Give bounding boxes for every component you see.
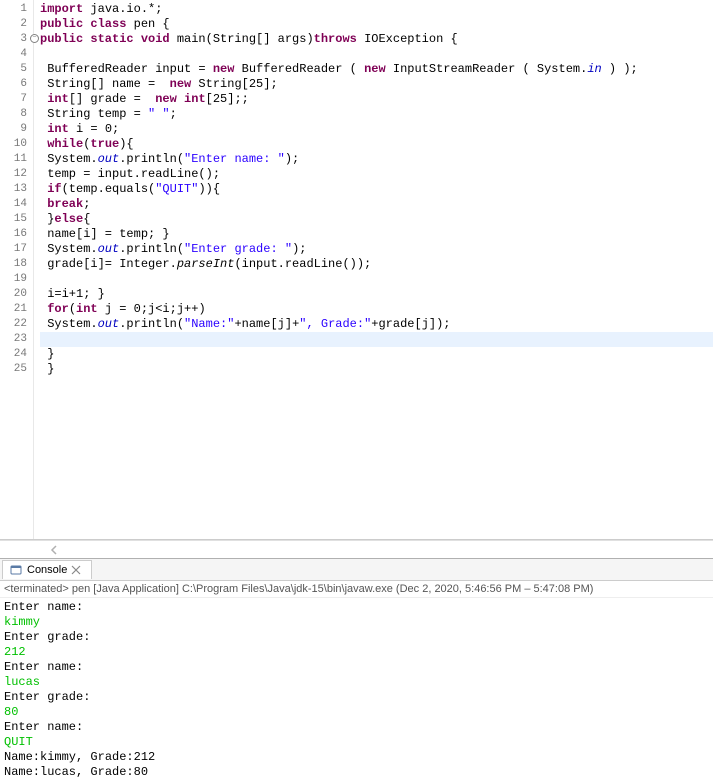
console-line: QUIT bbox=[4, 735, 709, 750]
line-number: 22 bbox=[0, 317, 33, 332]
line-number: 23 bbox=[0, 332, 33, 347]
line-number: 3− bbox=[0, 32, 33, 47]
line-number: 2 bbox=[0, 17, 33, 32]
line-number: 10 bbox=[0, 137, 33, 152]
console-line: lucas bbox=[4, 675, 709, 690]
console-tab[interactable]: Console bbox=[2, 560, 92, 579]
code-area[interactable]: import java.io.*;public class pen {publi… bbox=[34, 0, 713, 539]
code-line[interactable]: for(int j = 0;j<i;j++) bbox=[40, 302, 713, 317]
code-line[interactable]: while(true){ bbox=[40, 137, 713, 152]
line-number: 1 bbox=[0, 2, 33, 17]
code-line[interactable]: public class pen { bbox=[40, 17, 713, 32]
code-line[interactable]: System.out.println("Enter grade: "); bbox=[40, 242, 713, 257]
console-tab-bar: Console bbox=[0, 559, 713, 581]
console-icon bbox=[9, 563, 23, 577]
console-line: 80 bbox=[4, 705, 709, 720]
console-line: Name:lucas, Grade:80 bbox=[4, 765, 709, 780]
code-line[interactable]: break; bbox=[40, 197, 713, 212]
line-number: 17 bbox=[0, 242, 33, 257]
line-number: 15 bbox=[0, 212, 33, 227]
code-line[interactable]: System.out.println("Enter name: "); bbox=[40, 152, 713, 167]
line-number: 7 bbox=[0, 92, 33, 107]
code-line[interactable]: public static void main(String[] args)th… bbox=[40, 32, 713, 47]
console-output[interactable]: Enter name: kimmyEnter grade: 212Enter n… bbox=[0, 598, 713, 782]
console-line: Name:kimmy, Grade:212 bbox=[4, 750, 709, 765]
console-line: kimmy bbox=[4, 615, 709, 630]
line-number: 18 bbox=[0, 257, 33, 272]
line-number: 6 bbox=[0, 77, 33, 92]
code-line[interactable]: }else{ bbox=[40, 212, 713, 227]
line-number: 21 bbox=[0, 302, 33, 317]
line-number: 12 bbox=[0, 167, 33, 182]
code-editor[interactable]: 123−456789101112131415161718192021222324… bbox=[0, 0, 713, 540]
code-line[interactable] bbox=[40, 272, 713, 287]
code-line[interactable]: name[i] = temp; } bbox=[40, 227, 713, 242]
code-line[interactable] bbox=[40, 47, 713, 62]
code-line[interactable]: System.out.println("Name:"+name[j]+", Gr… bbox=[40, 317, 713, 332]
code-line[interactable]: String[] name = new String[25]; bbox=[40, 77, 713, 92]
line-number: 24 bbox=[0, 347, 33, 362]
close-icon[interactable] bbox=[71, 563, 85, 577]
line-number: 19 bbox=[0, 272, 33, 287]
code-line[interactable]: grade[i]= Integer.parseInt(input.readLin… bbox=[40, 257, 713, 272]
line-number: 11 bbox=[0, 152, 33, 167]
console-line: Enter grade: bbox=[4, 630, 709, 645]
console-status: <terminated> pen [Java Application] C:\P… bbox=[0, 581, 713, 598]
fold-marker-icon[interactable]: − bbox=[30, 34, 39, 43]
console-panel: Console <terminated> pen [Java Applicati… bbox=[0, 558, 713, 782]
console-line: Enter name: bbox=[4, 660, 709, 675]
console-line: Enter name: bbox=[4, 600, 709, 615]
line-number: 20 bbox=[0, 287, 33, 302]
code-line[interactable]: temp = input.readLine(); bbox=[40, 167, 713, 182]
line-number: 16 bbox=[0, 227, 33, 242]
line-number-gutter: 123−456789101112131415161718192021222324… bbox=[0, 0, 34, 539]
code-line[interactable]: String temp = " "; bbox=[40, 107, 713, 122]
line-number: 25 bbox=[0, 362, 33, 377]
line-number: 14 bbox=[0, 197, 33, 212]
line-number: 9 bbox=[0, 122, 33, 137]
horizontal-scroll-hint bbox=[0, 540, 713, 558]
code-line[interactable]: int[] grade = new int[25];; bbox=[40, 92, 713, 107]
console-tab-label: Console bbox=[27, 564, 67, 576]
line-number: 13 bbox=[0, 182, 33, 197]
code-line[interactable]: if(temp.equals("QUIT")){ bbox=[40, 182, 713, 197]
console-line: 212 bbox=[4, 645, 709, 660]
code-line[interactable]: int i = 0; bbox=[40, 122, 713, 137]
console-line: Enter name: bbox=[4, 720, 709, 735]
code-line[interactable]: import java.io.*; bbox=[40, 2, 713, 17]
code-line[interactable] bbox=[40, 332, 713, 347]
code-line[interactable]: i=i+1; } bbox=[40, 287, 713, 302]
console-line: Enter grade: bbox=[4, 690, 709, 705]
line-number: 4 bbox=[0, 47, 33, 62]
line-number: 8 bbox=[0, 107, 33, 122]
chevron-left-icon bbox=[50, 545, 60, 555]
code-line[interactable]: } bbox=[40, 362, 713, 377]
code-line[interactable]: BufferedReader input = new BufferedReade… bbox=[40, 62, 713, 77]
code-line[interactable]: } bbox=[40, 347, 713, 362]
line-number: 5 bbox=[0, 62, 33, 77]
